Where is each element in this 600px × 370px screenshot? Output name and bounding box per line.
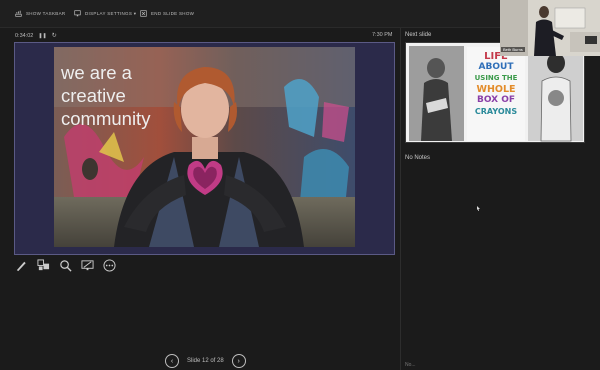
slide-text-line: creative <box>61 85 126 106</box>
panel-divider <box>400 28 401 370</box>
show-taskbar-button[interactable]: SHOW TASKBAR <box>15 10 65 17</box>
grid-icon <box>36 258 49 270</box>
display-settings-button[interactable]: DISPLAY SETTINGS ▾ <box>74 10 136 17</box>
timer-value: 0:34:02 <box>15 32 34 39</box>
slide-counter[interactable]: Slide 12 of 28 <box>187 358 224 364</box>
webcam-video: Beth Burns <box>500 0 600 56</box>
notes-footer: No... <box>405 362 416 368</box>
presentation-timer: 0:34:02 ❚❚ ↻ <box>15 32 57 40</box>
poster-line: CRAYONS <box>474 107 518 116</box>
mouse-cursor-icon <box>477 206 480 211</box>
poster-line: USING THE <box>474 74 518 82</box>
pause-timer-icon[interactable]: ❚❚ <box>38 33 46 39</box>
poster-line: WHOLE <box>476 84 516 95</box>
slide-navigation: ‹ Slide 12 of 28 › <box>165 354 246 368</box>
pen-icon <box>16 261 26 271</box>
current-slide[interactable]: we are a creative community <box>14 42 395 255</box>
end-slide-show-label: END SLIDE SHOW <box>151 11 195 16</box>
see-all-slides-button[interactable] <box>36 258 50 272</box>
end-slide-show-button[interactable]: END SLIDE SHOW <box>140 10 194 17</box>
slide-text-line: we are a <box>61 62 132 83</box>
black-screen-button[interactable] <box>80 258 94 272</box>
speaker-notes[interactable]: No Notes <box>405 155 430 161</box>
end-show-icon <box>140 10 147 17</box>
display-settings-label: DISPLAY SETTINGS ▾ <box>85 10 137 16</box>
next-slide-label: Next slide <box>405 32 432 38</box>
slide-headline: we are a creative community <box>61 61 150 130</box>
taskbar-icon <box>15 10 22 17</box>
show-taskbar-label: SHOW TASKBAR <box>26 11 66 16</box>
magnifier-icon <box>59 259 72 272</box>
poster-line: ABOUT <box>478 62 514 72</box>
reset-timer-icon[interactable]: ↻ <box>52 32 57 39</box>
zoom-button[interactable] <box>58 258 72 272</box>
crayon-poster: LIFE ABOUT USING THE WHOLE BOX OF CRAYON… <box>467 47 525 141</box>
display-settings-icon <box>74 10 81 17</box>
screen-icon <box>80 259 94 270</box>
participant-name: Beth Burns <box>501 47 525 52</box>
more-options-button[interactable] <box>102 258 116 272</box>
poster-line: BOX OF <box>476 95 516 105</box>
previous-slide-button[interactable]: ‹ <box>165 354 179 368</box>
slide-text-line: community <box>61 108 151 129</box>
presenter-tools <box>14 258 116 272</box>
current-time: 7:30 PM <box>372 32 393 38</box>
next-slide-button[interactable]: › <box>231 354 246 368</box>
more-icon <box>102 258 116 272</box>
next-slide-thumbnail[interactable]: LIFE ABOUT USING THE WHOLE BOX OF CRAYON… <box>405 42 585 143</box>
pen-tool-button[interactable] <box>14 258 28 272</box>
